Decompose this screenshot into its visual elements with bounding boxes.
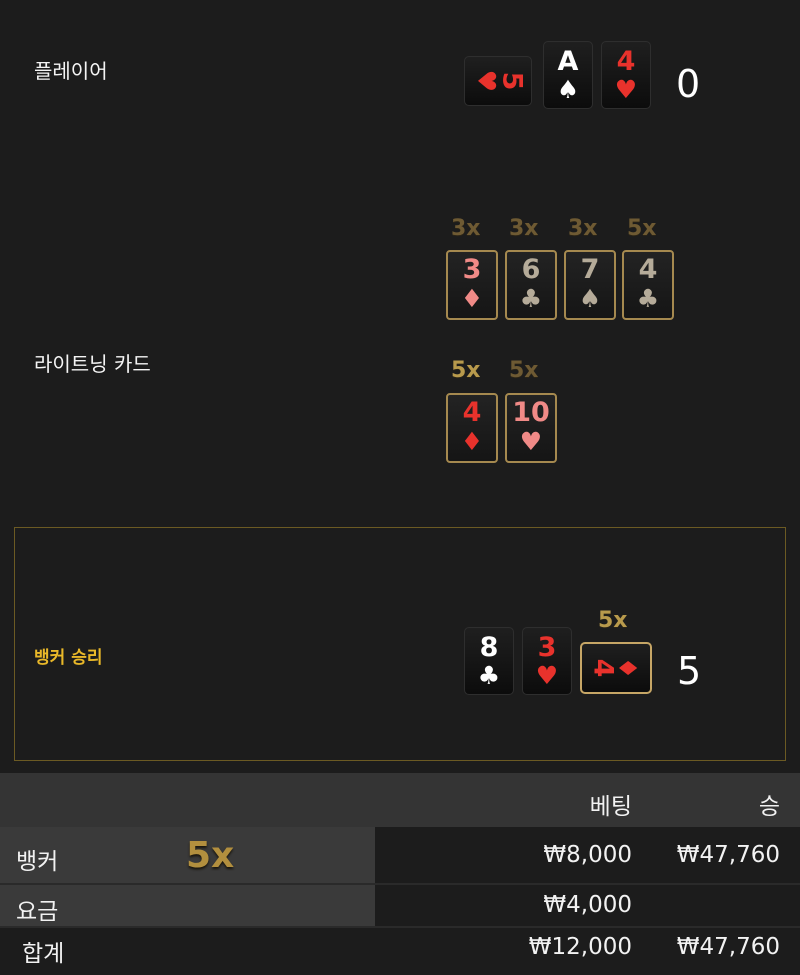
card-rank: 8 xyxy=(479,632,499,663)
card-rank: 3 xyxy=(537,632,557,663)
spade-icon: ♠ xyxy=(556,75,580,104)
club-icon: ♣ xyxy=(519,284,543,313)
player-label: 플레이어 xyxy=(34,59,108,83)
lightning-multiplier: 3x xyxy=(509,216,539,241)
card-rank: A xyxy=(557,46,579,77)
card-rank: 10 xyxy=(512,397,550,428)
lightning-card: 4 ♦ xyxy=(446,393,498,463)
card-rank: 3 xyxy=(462,254,482,285)
player-score: 0 xyxy=(676,62,701,106)
lightning-card: 6 ♣ xyxy=(505,250,557,320)
heart-icon: ♥ xyxy=(519,427,543,456)
lightning-multiplier: 5x xyxy=(509,358,539,383)
lightning-multiplier: 5x xyxy=(451,358,481,383)
banker-win-label: 뱅커 승리 xyxy=(34,648,103,668)
spade-icon: ♠ xyxy=(578,284,602,313)
card-rank: 5 xyxy=(496,71,528,91)
bet-name-fee: 요금 xyxy=(16,899,59,925)
banker-card-3: 4 ♦ xyxy=(580,642,652,694)
lightning-card: 4 ♣ xyxy=(622,250,674,320)
banker-result-panel xyxy=(14,527,786,761)
lightning-label: 라이트닝 카드 xyxy=(34,352,151,376)
lightning-card: 7 ♠ xyxy=(564,250,616,320)
lightning-multiplier: 3x xyxy=(451,216,481,241)
diamond-icon: ♦ xyxy=(460,284,484,313)
player-card-3: 4 ♥ xyxy=(601,41,651,109)
win-column-header: 승 xyxy=(758,794,780,820)
heart-icon: ♥ xyxy=(535,661,559,690)
lightning-card: 10 ♥ xyxy=(505,393,557,463)
card-rank: 4 xyxy=(616,46,636,77)
card-rank: 6 xyxy=(521,254,541,285)
bet-column-header: 베팅 xyxy=(589,794,632,820)
diamond-icon: ♦ xyxy=(460,427,484,456)
banker-card-2: 3 ♥ xyxy=(522,627,572,695)
banker-card-multiplier: 5x xyxy=(598,608,628,633)
row-divider xyxy=(0,926,800,928)
banker-multiplier-badge: 5x xyxy=(186,835,235,876)
card-rank: 7 xyxy=(580,254,600,285)
bet-amount: ₩8,000 xyxy=(543,842,632,868)
banker-card-1: 8 ♣ xyxy=(464,627,514,695)
total-label: 합계 xyxy=(22,941,65,967)
lightning-multiplier: 5x xyxy=(627,216,657,241)
player-card-2: A ♠ xyxy=(543,41,593,109)
table-header: 베팅 승 xyxy=(0,773,800,827)
total-bet-amount: ₩12,000 xyxy=(528,934,632,960)
total-win-amount: ₩47,760 xyxy=(676,934,780,960)
diamond-icon: ♦ xyxy=(613,656,643,680)
banker-score: 5 xyxy=(677,649,702,693)
player-card-1: ♥ 5 xyxy=(464,56,532,106)
win-amount: ₩47,760 xyxy=(676,842,780,868)
lightning-card: 3 ♦ xyxy=(446,250,498,320)
club-icon: ♣ xyxy=(636,284,660,313)
bet-name-banker: 뱅커 xyxy=(16,849,59,875)
club-icon: ♣ xyxy=(477,661,501,690)
card-rank: 4 xyxy=(462,397,482,428)
bet-amount: ₩4,000 xyxy=(543,892,632,918)
lightning-multiplier: 3x xyxy=(568,216,598,241)
heart-icon: ♥ xyxy=(614,75,638,104)
card-rank: 4 xyxy=(638,254,658,285)
